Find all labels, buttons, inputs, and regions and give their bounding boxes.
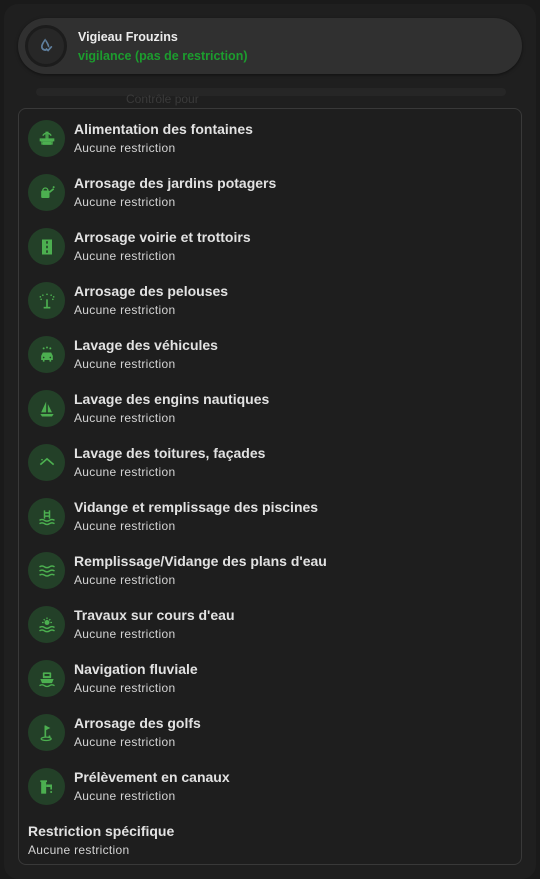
restrictions-panel: Alimentation des fontaines Aucune restric… xyxy=(18,108,522,865)
fountain-icon xyxy=(28,120,65,157)
restriction-label: Arrosage des golfs xyxy=(74,715,201,731)
roof-icon xyxy=(28,444,65,481)
restriction-row[interactable]: Lavage des toitures, façades Aucune restr… xyxy=(28,433,508,487)
road-icon xyxy=(28,228,65,265)
water-pump-icon xyxy=(28,768,65,805)
restriction-status: Aucune restriction xyxy=(74,681,176,695)
background-hint: Contrôle pour xyxy=(126,92,199,106)
river-work-icon xyxy=(28,606,65,643)
restriction-row[interactable]: Vidange et remplissage des piscines Aucun… xyxy=(28,487,508,541)
restriction-label: Travaux sur cours d'eau xyxy=(74,607,235,623)
restriction-row[interactable]: Alimentation des fontaines Aucune restric… xyxy=(28,109,508,163)
restriction-row[interactable]: Arrosage voirie et trottoirs Aucune restr… xyxy=(28,217,508,271)
pool-icon xyxy=(28,498,65,535)
restriction-label: Lavage des toitures, façades xyxy=(74,445,266,461)
restriction-status: Aucune restriction xyxy=(74,735,176,749)
restriction-row[interactable]: Arrosage des pelouses Aucune restriction xyxy=(28,271,508,325)
restriction-row[interactable]: Travaux sur cours d'eau Aucune restrictio… xyxy=(28,595,508,649)
ferry-icon xyxy=(28,660,65,697)
restriction-label: Arrosage voirie et trottoirs xyxy=(74,229,251,245)
restriction-label: Navigation fluviale xyxy=(74,661,198,677)
restriction-label: Arrosage des jardins potagers xyxy=(74,175,277,191)
car-wash-icon xyxy=(28,336,65,373)
restriction-label: Remplissage/Vidange des plans d'eau xyxy=(74,553,327,569)
watering-can-icon xyxy=(28,174,65,211)
restriction-status: Aucune restriction xyxy=(74,519,176,533)
restriction-row[interactable]: Lavage des véhicules Aucune restriction xyxy=(28,325,508,379)
restriction-row[interactable]: Navigation fluviale Aucune restriction xyxy=(28,649,508,703)
restriction-status: Aucune restriction xyxy=(74,573,176,587)
restriction-label: Arrosage des pelouses xyxy=(74,283,229,299)
restriction-status: Aucune restriction xyxy=(74,249,176,263)
restriction-row[interactable]: Arrosage des jardins potagers Aucune rest… xyxy=(28,163,508,217)
restriction-label: Lavage des véhicules xyxy=(74,337,218,353)
specific-restriction-status: Aucune restriction xyxy=(28,843,130,857)
sailboat-icon xyxy=(28,390,65,427)
waves-icon xyxy=(28,552,65,589)
restriction-row[interactable]: Lavage des engins nautiques Aucune restri… xyxy=(28,379,508,433)
restriction-status: Aucune restriction xyxy=(74,789,176,803)
restriction-status: Aucune restriction xyxy=(74,303,176,317)
vigilance-status: vigilance (pas de restriction) xyxy=(78,49,248,63)
restriction-label: Lavage des engins nautiques xyxy=(74,391,270,407)
restriction-status: Aucune restriction xyxy=(74,465,176,479)
water-check-icon xyxy=(25,25,67,67)
vigieau-header[interactable]: Vigieau Frouzins vigilance (pas de restr… xyxy=(18,18,522,74)
specific-restriction-label: Restriction spécifique xyxy=(28,823,175,839)
restriction-row[interactable]: Prélèvement en canaux Aucune restriction xyxy=(28,757,508,811)
restriction-row[interactable]: Arrosage des golfs Aucune restriction xyxy=(28,703,508,757)
restriction-status: Aucune restriction xyxy=(74,411,176,425)
restriction-row[interactable]: Remplissage/Vidange des plans d'eau Aucun… xyxy=(28,541,508,595)
entity-name: Vigieau Frouzins xyxy=(78,30,178,44)
specific-restriction: Restriction spécifique Aucune restrictio… xyxy=(28,821,508,861)
restriction-status: Aucune restriction xyxy=(74,195,176,209)
restriction-label: Alimentation des fontaines xyxy=(74,121,253,137)
background-control-bar xyxy=(36,88,506,96)
restriction-label: Vidange et remplissage des piscines xyxy=(74,499,319,515)
golf-icon xyxy=(28,714,65,751)
restriction-status: Aucune restriction xyxy=(74,141,176,155)
sprinkler-icon xyxy=(28,282,65,319)
restriction-status: Aucune restriction xyxy=(74,627,176,641)
restriction-label: Prélèvement en canaux xyxy=(74,769,230,785)
restriction-status: Aucune restriction xyxy=(74,357,176,371)
